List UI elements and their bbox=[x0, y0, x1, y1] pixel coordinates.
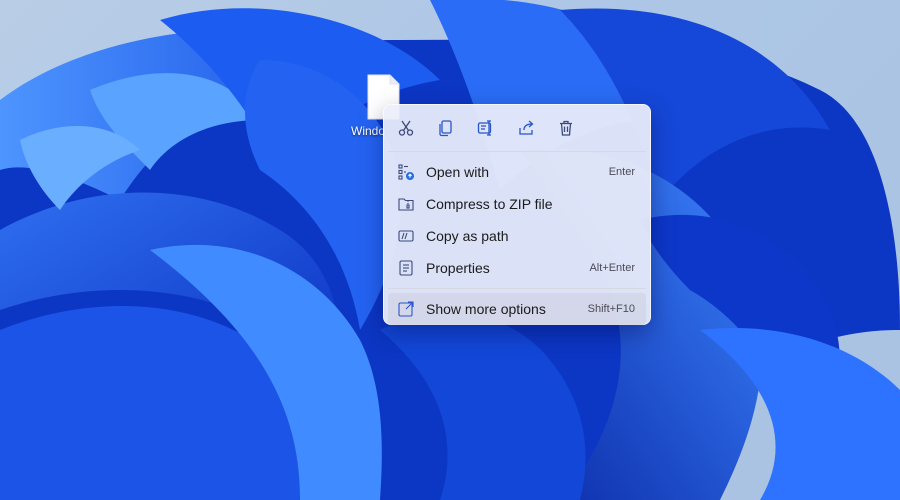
share-icon bbox=[519, 120, 534, 135]
menu-item-label: Properties bbox=[426, 260, 490, 276]
menu-item-open-with[interactable]: Open with Enter bbox=[388, 156, 646, 188]
copy-path-icon bbox=[398, 230, 414, 242]
rename-button[interactable] bbox=[475, 117, 497, 139]
menu-item-shortcut: Shift+F10 bbox=[587, 303, 635, 315]
copy-button[interactable] bbox=[435, 117, 457, 139]
context-menu: Open with Enter Compress to ZIP file Cop… bbox=[383, 104, 651, 325]
open-with-icon bbox=[398, 164, 414, 180]
menu-item-label: Copy as path bbox=[426, 228, 509, 244]
desktop[interactable]: Windo Open with Enter Compress to ZIP fi… bbox=[0, 0, 900, 500]
menu-item-label: Show more options bbox=[426, 301, 546, 317]
share-button[interactable] bbox=[515, 117, 537, 139]
menu-item-properties[interactable]: Properties Alt+Enter bbox=[388, 252, 646, 284]
menu-item-label: Compress to ZIP file bbox=[426, 196, 553, 212]
menu-item-copy-as-path[interactable]: Copy as path bbox=[388, 220, 646, 252]
rename-icon bbox=[477, 120, 492, 136]
menu-item-shortcut: Enter bbox=[608, 166, 635, 178]
zip-folder-icon bbox=[398, 198, 414, 211]
properties-icon bbox=[399, 260, 413, 276]
menu-item-shortcut: Alt+Enter bbox=[589, 262, 635, 274]
menu-item-show-more-options[interactable]: Show more options Shift+F10 bbox=[388, 293, 646, 325]
menu-item-label: Open with bbox=[426, 164, 490, 180]
trash-icon bbox=[560, 120, 572, 136]
copy-icon bbox=[439, 120, 452, 137]
file-label[interactable]: Windo bbox=[351, 124, 385, 138]
scissors-icon bbox=[398, 120, 414, 136]
menu-separator bbox=[388, 288, 646, 289]
cut-button[interactable] bbox=[395, 117, 417, 139]
delete-button[interactable] bbox=[555, 117, 577, 139]
show-more-icon bbox=[398, 301, 414, 317]
menu-item-compress-zip[interactable]: Compress to ZIP file bbox=[388, 188, 646, 220]
context-action-bar bbox=[384, 105, 650, 151]
